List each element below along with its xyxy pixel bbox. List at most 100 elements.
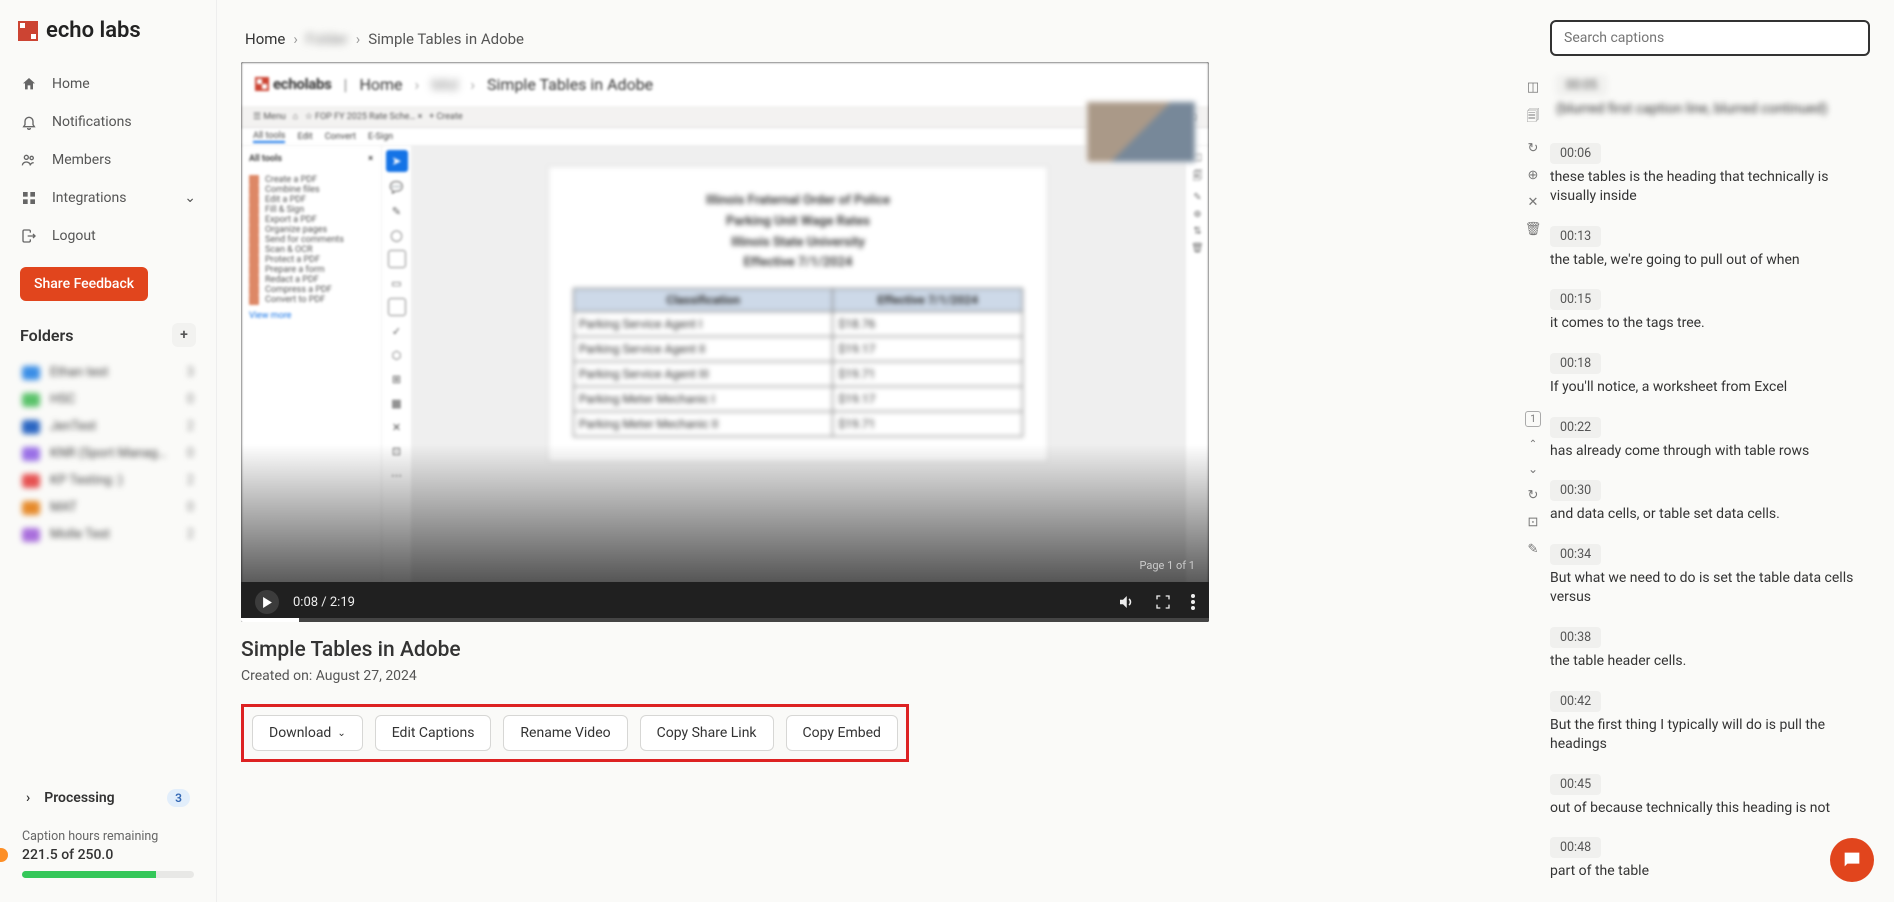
usage-label: Caption hours remaining — [22, 829, 194, 844]
video-title: Simple Tables in Adobe — [241, 638, 1516, 662]
caption-time: 00:15 — [1550, 289, 1601, 310]
download-button[interactable]: Download⌄ — [252, 715, 363, 751]
chevron-up-icon[interactable]: ⌃ — [1529, 439, 1537, 450]
logout-icon — [20, 227, 38, 245]
processing-row[interactable]: › Processing 3 — [0, 777, 216, 819]
nav-logout[interactable]: Logout — [10, 217, 206, 255]
breadcrumb-current: Simple Tables in Adobe — [368, 30, 524, 48]
share-feedback-button[interactable]: Share Feedback — [20, 267, 148, 301]
breadcrumb-home[interactable]: Home — [245, 30, 285, 48]
caption-entry[interactable]: 00:13 the table, we're going to pull out … — [1550, 225, 1870, 281]
folder-count: 3 — [187, 365, 194, 380]
brand[interactable]: echo labs — [0, 18, 216, 65]
folder-count: 2 — [187, 527, 194, 542]
folder-icon — [22, 474, 40, 488]
caption-badge[interactable]: 1 — [1525, 411, 1541, 427]
video-created: Created on: August 27, 2024 — [241, 668, 1516, 684]
caption-text: the table, we're going to pull out of wh… — [1550, 251, 1870, 271]
chevron-down-icon: ⌄ — [337, 728, 345, 739]
chevron-right-icon: › — [26, 790, 30, 806]
caption-entry[interactable]: 00:22has already come through with table… — [1550, 416, 1870, 472]
search2-icon[interactable]: ⊡ — [1528, 515, 1539, 530]
rename-video-button[interactable]: Rename Video — [503, 715, 627, 751]
caption-text: part of the table — [1550, 862, 1870, 882]
fullscreen-icon[interactable] — [1155, 594, 1171, 610]
refresh-icon[interactable]: ↻ — [1528, 488, 1539, 503]
grid-icon — [20, 189, 38, 207]
tool5-icon[interactable]: ✕ — [1528, 195, 1539, 210]
nav-home[interactable]: Home — [10, 65, 206, 103]
volume-icon[interactable] — [1117, 593, 1135, 611]
folder-icon — [22, 528, 40, 542]
play-button[interactable] — [255, 590, 279, 614]
more-icon[interactable] — [1191, 594, 1195, 610]
folder-icon — [22, 501, 40, 515]
caption-text: has already come through with table rows — [1550, 442, 1870, 462]
caption-text: But the first thing I typically will do … — [1550, 716, 1870, 755]
breadcrumb-folder[interactable]: Folder — [306, 30, 348, 48]
caption-text: it comes to the tags tree. — [1550, 314, 1870, 334]
folder-item[interactable]: Molle Test2 — [14, 521, 202, 548]
caption-entry[interactable]: 00:18If you'll notice, a worksheet from … — [1550, 352, 1870, 408]
search-captions-input[interactable] — [1550, 20, 1870, 56]
folder-item[interactable]: JenTest2 — [14, 413, 202, 440]
nav-integrations[interactable]: Integrations ⌄ — [10, 179, 206, 217]
tool1-icon[interactable]: ◫ — [1527, 80, 1539, 95]
caption-entry[interactable]: 00:05(blurred first caption line, blurre… — [1550, 70, 1870, 134]
tool3-icon[interactable]: ↻ — [1528, 141, 1539, 156]
frame-crumb-mid: Mid — [431, 75, 458, 94]
nav-notifications[interactable]: Notifications — [10, 103, 206, 141]
caption-time: 00:30 — [1550, 480, 1601, 501]
caption-entry[interactable]: 00:30and data cells, or table set data c… — [1550, 479, 1870, 535]
video-time: 0:08 / 2:19 — [293, 595, 355, 610]
folder-icon — [22, 420, 40, 434]
home-icon — [20, 75, 38, 93]
copy-share-link-button[interactable]: Copy Share Link — [640, 715, 774, 751]
bell-icon — [20, 113, 38, 131]
caption-entry[interactable]: 00:34But what we need to do is set the t… — [1550, 543, 1870, 618]
folder-name: Ethan test — [50, 365, 108, 380]
frame-crumb-current: Simple Tables in Adobe — [487, 75, 653, 94]
edit-captions-button[interactable]: Edit Captions — [375, 715, 492, 751]
video-player[interactable]: echolabs | Home › Mid › Simple Tables in… — [241, 62, 1209, 622]
caption-text: But what we need to do is set the table … — [1550, 569, 1870, 608]
tool2-icon[interactable]: 🗐 — [1527, 107, 1540, 129]
caption-text: If you'll notice, a worksheet from Excel — [1550, 378, 1870, 398]
caption-entry[interactable]: 00:15 it comes to the tags tree. — [1550, 288, 1870, 344]
caption-text: these tables is the heading that technic… — [1550, 168, 1870, 207]
usage-bar — [22, 871, 194, 878]
chevron-right-icon: › — [356, 30, 361, 48]
folder-icon — [22, 393, 40, 407]
folder-item[interactable]: HSC0 — [14, 386, 202, 413]
caption-entry[interactable]: 00:45out of because technically this hea… — [1550, 773, 1870, 829]
chat-fab[interactable] — [1830, 838, 1874, 882]
copy-embed-button[interactable]: Copy Embed — [786, 715, 898, 751]
folder-count: 0 — [187, 446, 194, 461]
caption-time: 00:05 — [1556, 75, 1607, 96]
video-frame: echolabs | Home › Mid › Simple Tables in… — [241, 62, 1209, 622]
caption-time: 00:13 — [1550, 226, 1601, 247]
tool6-icon[interactable]: 🗑 — [1525, 222, 1542, 237]
folder-item[interactable]: MAT 0 — [14, 494, 202, 521]
action-row: Download⌄ Edit Captions Rename Video Cop… — [241, 704, 909, 762]
folder-item[interactable]: Ethan test 3 — [14, 359, 202, 386]
chevron-down-icon[interactable]: ⌄ — [1528, 462, 1538, 476]
chevron-right-icon: › — [293, 30, 298, 48]
add-folder-button[interactable]: + — [172, 323, 196, 347]
folder-name: MAT — [50, 500, 77, 515]
caption-entry[interactable]: 00:42But the first thing I typically wil… — [1550, 690, 1870, 765]
tool4-icon[interactable]: ⊕ — [1528, 168, 1539, 183]
folder-item[interactable]: KNR (Sport Manag…0 — [14, 440, 202, 467]
caption-entry[interactable]: 00:48part of the table — [1550, 836, 1870, 892]
progress-bar[interactable] — [241, 618, 1209, 622]
nav-integrations-label: Integrations — [52, 190, 126, 206]
caption-tools: ◫ 🗐 ↻ ⊕ ✕ 🗑 1 ⌃ ⌄ ↻ ⊡ ✎ — [1522, 20, 1544, 882]
folder-count: 0 — [187, 500, 194, 515]
captions-panel: 00:05(blurred first caption line, blurre… — [1550, 20, 1870, 882]
caption-entry[interactable]: 00:06these tables is the heading that te… — [1550, 142, 1870, 217]
edit2-icon[interactable]: ✎ — [1528, 542, 1539, 557]
folders-heading: Folders — [20, 326, 73, 345]
caption-entry[interactable]: 00:38the table header cells. — [1550, 626, 1870, 682]
nav-members[interactable]: Members — [10, 141, 206, 179]
folder-item[interactable]: KP Testing :)2 — [14, 467, 202, 494]
